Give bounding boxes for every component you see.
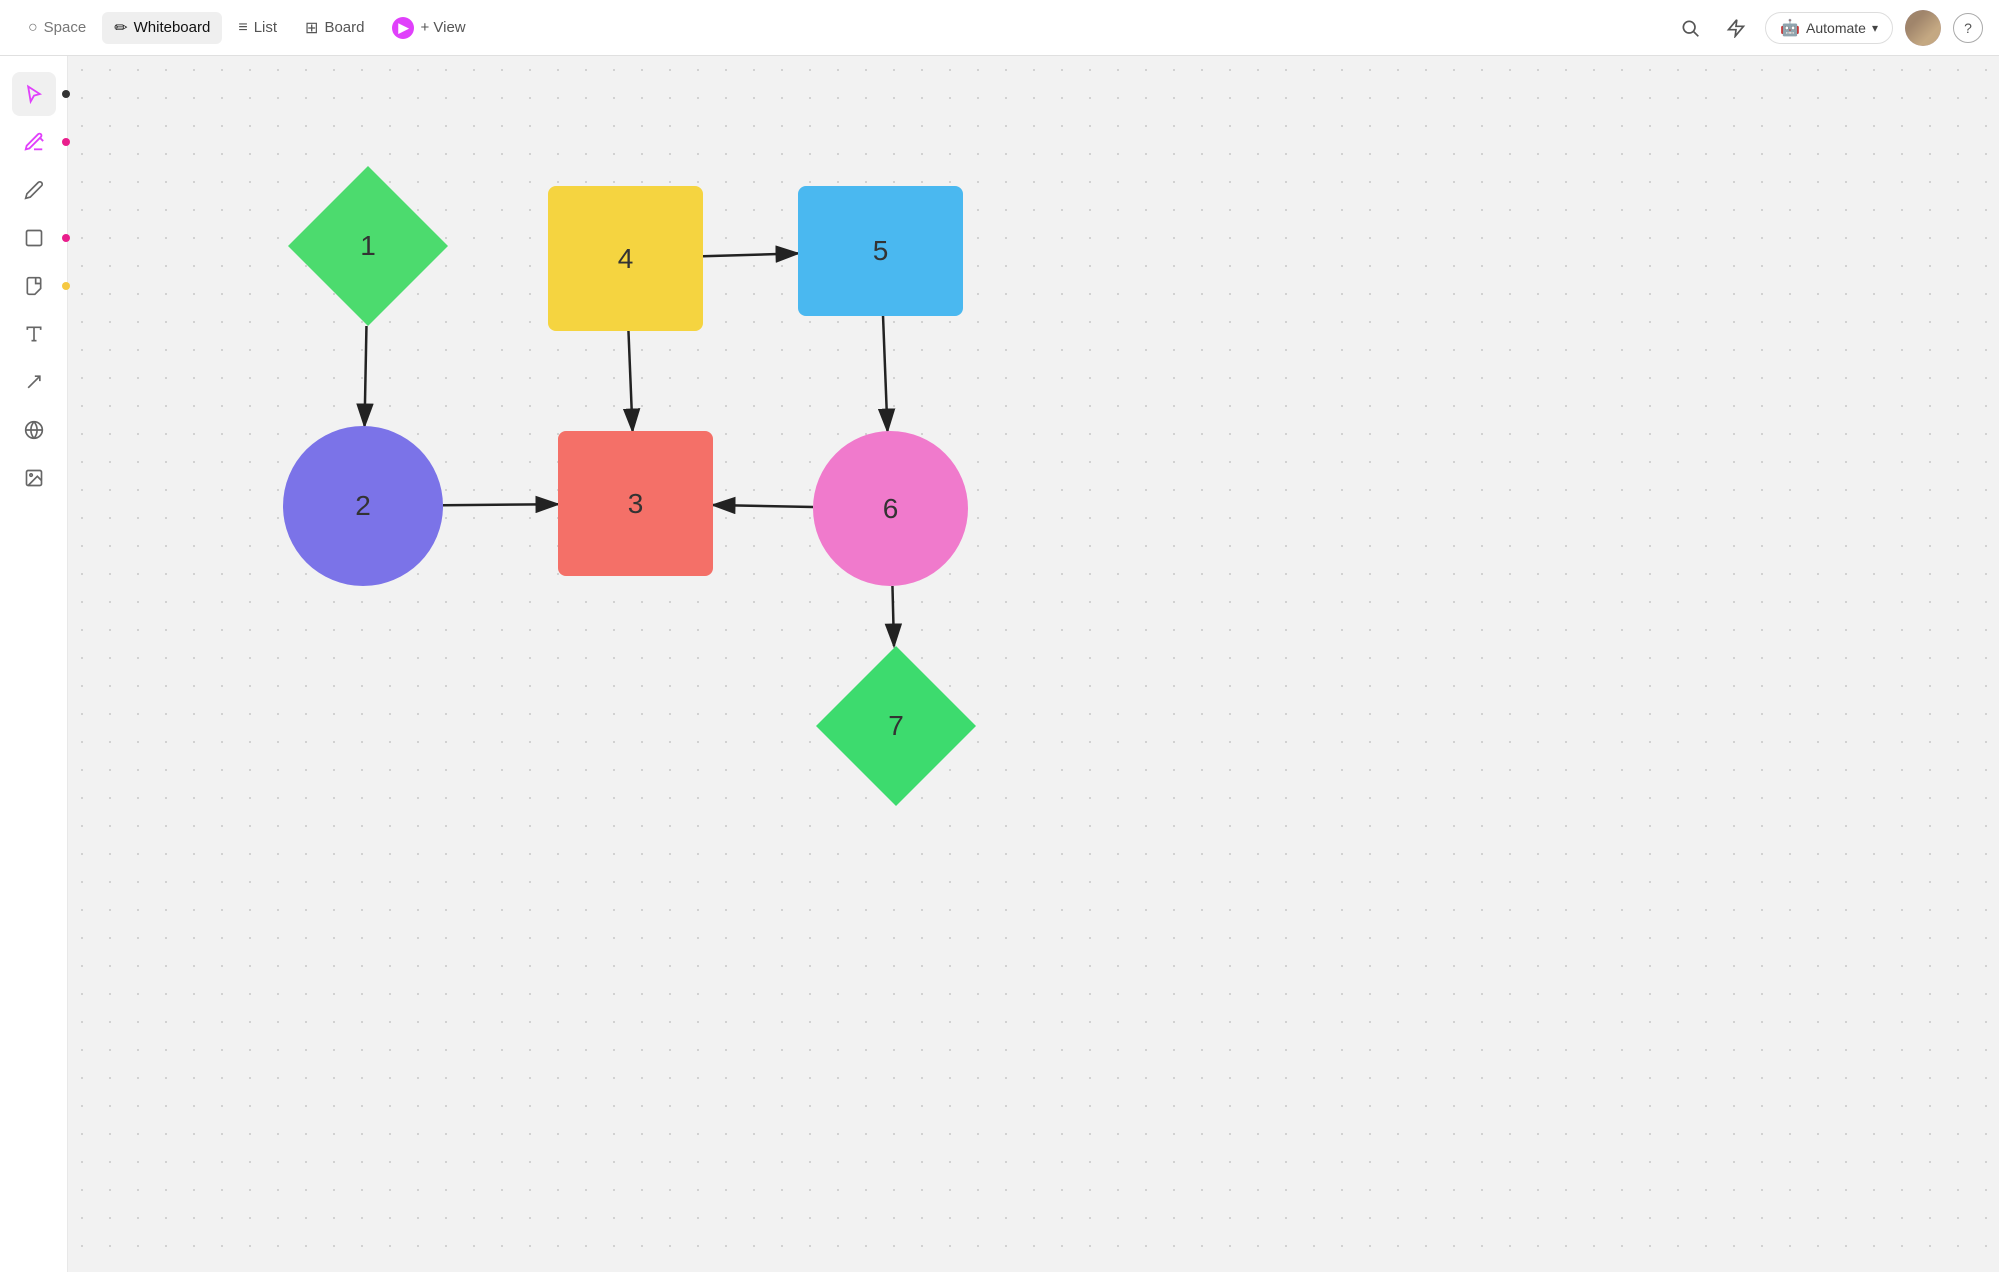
- node-6[interactable]: 6: [813, 431, 968, 586]
- node-7[interactable]: 7: [816, 646, 976, 806]
- topnav: ○ Space ✏ Whiteboard ≡ List ⊞ Board ▶ + …: [0, 0, 1999, 56]
- toolbar: [0, 56, 68, 1272]
- space-nav-item[interactable]: ○ Space: [16, 13, 98, 43]
- node-5[interactable]: 5: [798, 186, 963, 316]
- automate-chevron: ▾: [1872, 21, 1878, 35]
- board-icon: ⊞: [305, 18, 318, 38]
- help-button[interactable]: ?: [1953, 13, 1983, 43]
- automate-label: Automate: [1806, 20, 1866, 36]
- add-view-item[interactable]: ▶ + View: [380, 11, 477, 45]
- automate-button[interactable]: 🤖 Automate ▾: [1765, 12, 1893, 44]
- node-label-1: 1: [360, 230, 376, 262]
- main-area: 1 2 3 4 5 6 7: [0, 56, 1999, 1272]
- board-label: Board: [324, 19, 364, 36]
- user-avatar[interactable]: [1905, 10, 1941, 46]
- node-3[interactable]: 3: [558, 431, 713, 576]
- tool-globe[interactable]: [12, 408, 56, 452]
- space-label: Space: [44, 19, 87, 36]
- color-dot-pink: [62, 138, 70, 146]
- node-4[interactable]: 4: [548, 186, 703, 331]
- avatar-image: [1905, 10, 1941, 46]
- list-label: List: [254, 19, 277, 36]
- list-nav-item[interactable]: ≡ List: [226, 13, 289, 43]
- tool-image[interactable]: [12, 456, 56, 500]
- add-view-dot: ▶: [392, 17, 414, 39]
- automate-icon: 🤖: [1780, 18, 1800, 38]
- tool-rectangle[interactable]: [12, 216, 56, 260]
- tool-sticky[interactable]: [12, 264, 56, 308]
- board-nav-item[interactable]: ⊞ Board: [293, 12, 376, 44]
- node-1[interactable]: 1: [288, 166, 448, 326]
- tool-text[interactable]: [12, 312, 56, 356]
- whiteboard-label: Whiteboard: [134, 19, 211, 36]
- tool-select[interactable]: [12, 72, 56, 116]
- node-label-7: 7: [888, 710, 904, 742]
- tool-arrow[interactable]: [12, 360, 56, 404]
- node-2[interactable]: 2: [283, 426, 443, 586]
- color-dot-black: [62, 90, 70, 98]
- space-icon: ○: [28, 19, 38, 37]
- tool-pen-plus[interactable]: [12, 120, 56, 164]
- tool-pencil[interactable]: [12, 168, 56, 212]
- help-icon: ?: [1964, 20, 1972, 36]
- color-dot-sticky: [62, 282, 70, 290]
- node-label-5: 5: [873, 235, 889, 267]
- node-label-6: 6: [883, 493, 899, 525]
- node-label-3: 3: [628, 488, 644, 520]
- node-label-2: 2: [355, 490, 371, 522]
- color-dot-rect: [62, 234, 70, 242]
- node-label-4: 4: [618, 243, 634, 275]
- lightning-icon-btn[interactable]: [1719, 11, 1753, 45]
- add-view-label: + View: [420, 19, 465, 36]
- nav-right: 🤖 Automate ▾ ?: [1673, 10, 1983, 46]
- whiteboard-icon: ✏: [114, 18, 127, 38]
- whiteboard-canvas[interactable]: 1 2 3 4 5 6 7: [68, 56, 1999, 1272]
- whiteboard-nav-item[interactable]: ✏ Whiteboard: [102, 12, 222, 44]
- list-icon: ≡: [238, 19, 247, 37]
- search-icon-btn[interactable]: [1673, 11, 1707, 45]
